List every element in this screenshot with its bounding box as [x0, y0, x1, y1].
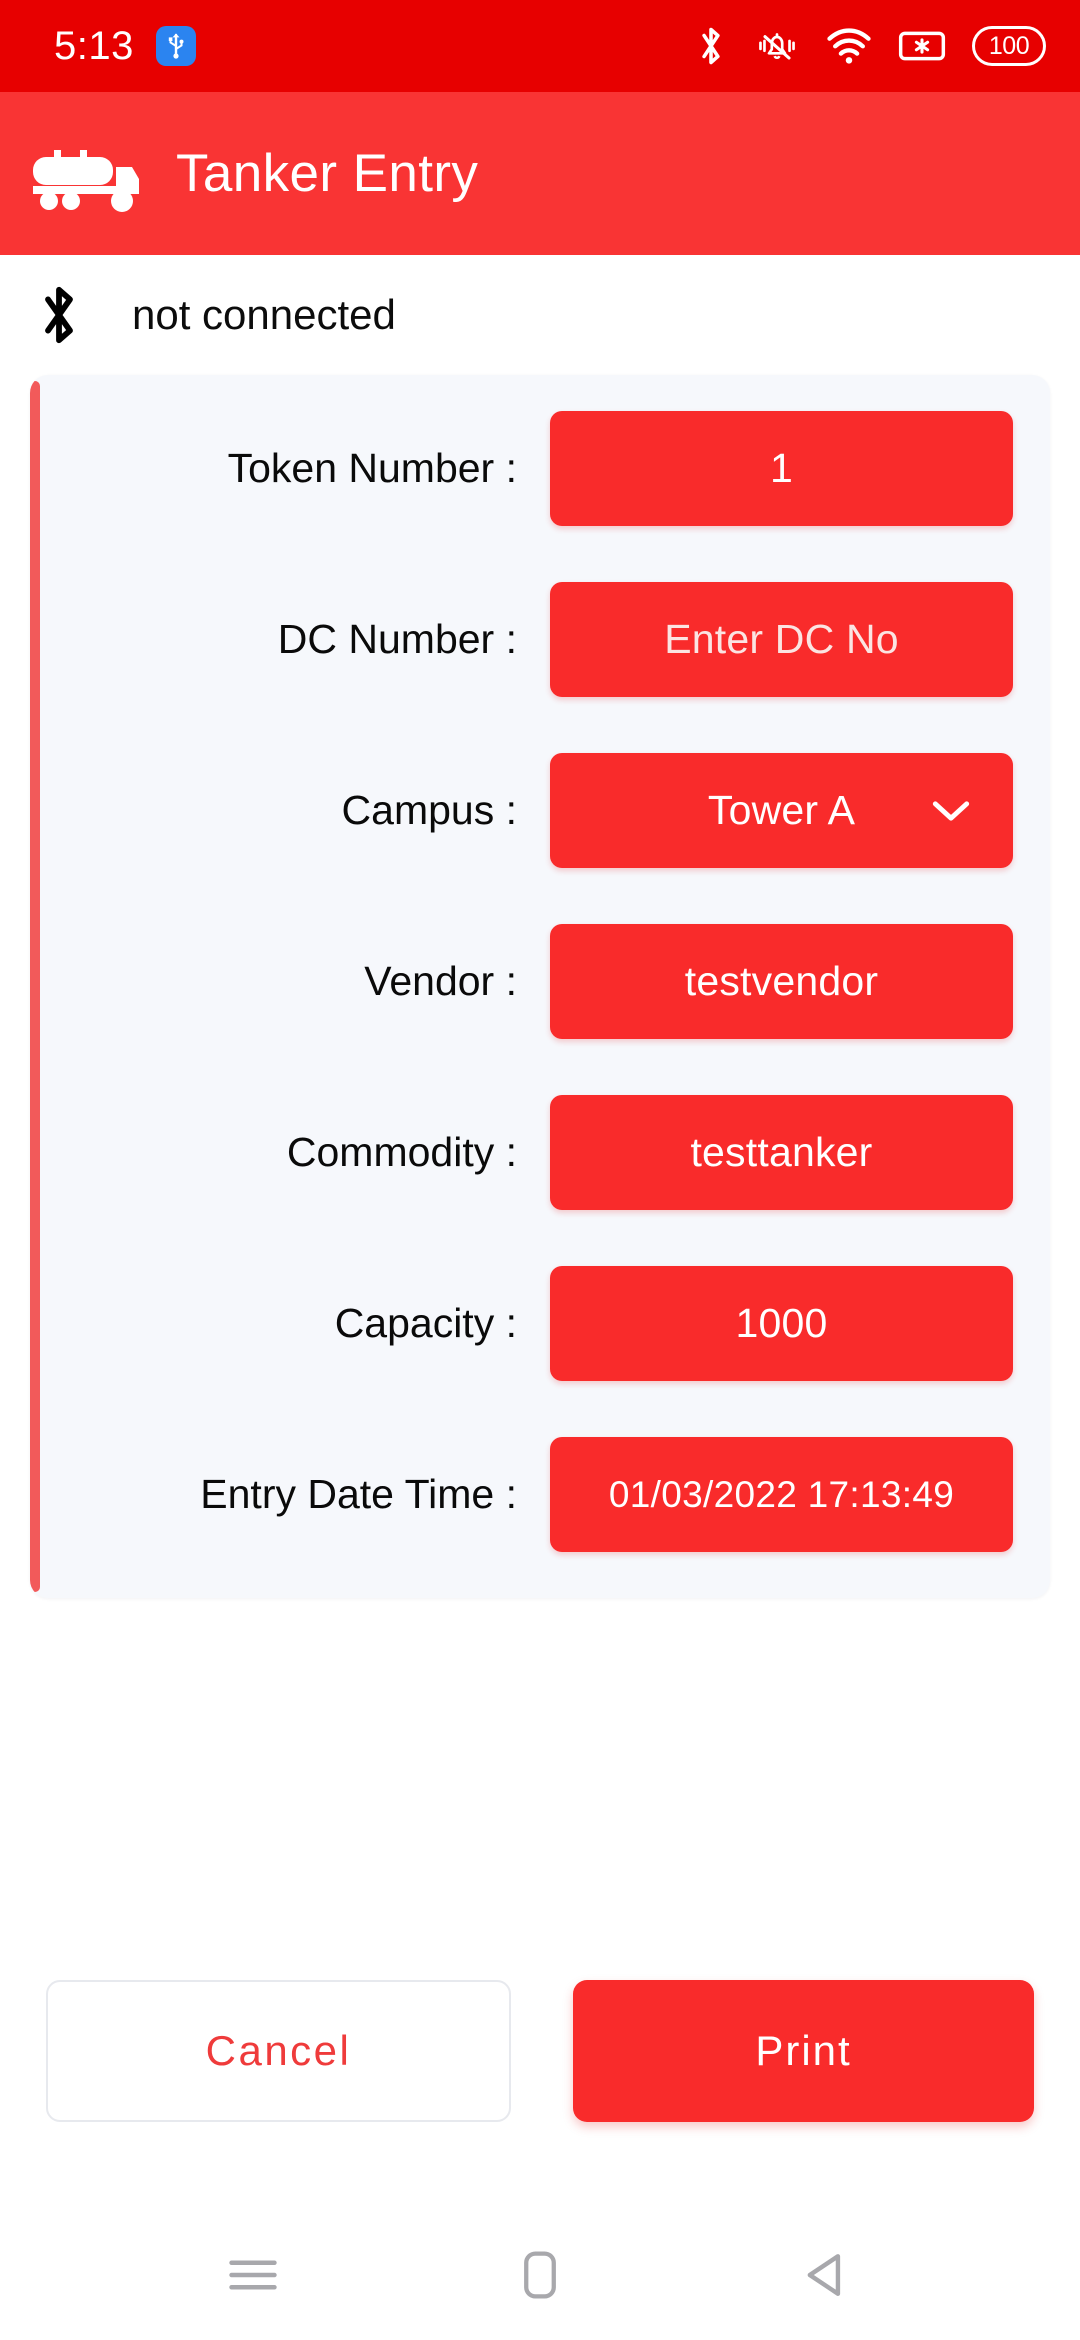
value-capacity: 1000 [735, 1300, 828, 1346]
value-commodity: testtanker [690, 1129, 873, 1175]
field-row-token-number: Token Number : 1 [30, 411, 1050, 526]
input-capacity[interactable]: 1000 [550, 1266, 1013, 1381]
card-accent-stripe [30, 381, 40, 1592]
bluetooth-status-text: not connected [132, 291, 396, 338]
usb-icon [155, 26, 196, 66]
phone-screen: 5:13 100 Tanker Entry not connected Toke… [0, 0, 1080, 2340]
label-dc-number: DC Number : [277, 616, 517, 662]
label-campus: Campus : [341, 787, 517, 833]
status-bar: 5:13 100 [0, 0, 1080, 92]
cancel-button[interactable]: Cancel [46, 1980, 511, 2122]
placeholder-dc-number: Enter DC No [664, 616, 899, 662]
status-bar-right: 100 [694, 24, 1046, 68]
label-capacity: Capacity : [334, 1300, 517, 1346]
sim-card-icon [898, 28, 946, 64]
input-token-number[interactable]: 1 [550, 411, 1013, 526]
system-navigation-bar [0, 2210, 1080, 2340]
tanker-entry-form-card: Token Number : 1 DC Number : Enter DC No… [30, 375, 1050, 1598]
menu-icon[interactable] [193, 2230, 313, 2320]
field-row-vendor: Vendor : testvendor [30, 924, 1050, 1039]
wifi-icon [826, 27, 872, 65]
tanker-truck-icon [28, 135, 140, 213]
battery-level-text: 100 [988, 31, 1030, 60]
status-bar-clock: 5:13 [54, 24, 134, 68]
page-title: Tanker Entry [176, 144, 479, 203]
dropdown-campus[interactable]: Tower A [550, 753, 1013, 868]
print-button[interactable]: Print [573, 1980, 1034, 2122]
bell-muted-icon [754, 26, 800, 66]
label-vendor: Vendor : [364, 958, 517, 1004]
field-row-campus: Campus : Tower A [30, 753, 1050, 868]
field-row-capacity: Capacity : 1000 [30, 1266, 1050, 1381]
field-row-commodity: Commodity : testtanker [30, 1095, 1050, 1210]
input-entry-date-time[interactable]: 01/03/2022 17:13:49 [550, 1437, 1013, 1552]
action-button-bar: Cancel Print [0, 1980, 1080, 2122]
value-campus: Tower A [707, 787, 856, 833]
home-square-icon[interactable] [480, 2230, 600, 2320]
bluetooth-status-row[interactable]: not connected [0, 255, 1080, 375]
value-token-number: 1 [769, 445, 793, 491]
input-commodity[interactable]: testtanker [550, 1095, 1013, 1210]
label-commodity: Commodity : [286, 1129, 517, 1175]
bluetooth-icon [694, 24, 728, 68]
battery-indicator: 100 [972, 26, 1046, 66]
value-entry-date-time: 01/03/2022 17:13:49 [608, 1474, 955, 1515]
app-bar: Tanker Entry [0, 92, 1080, 255]
field-row-dc-number: DC Number : Enter DC No [30, 582, 1050, 697]
field-row-entry-date-time: Entry Date Time : 01/03/2022 17:13:49 [30, 1437, 1050, 1552]
chevron-down-icon[interactable] [931, 798, 971, 824]
input-dc-number[interactable]: Enter DC No [550, 582, 1013, 697]
label-entry-date-time: Entry Date Time : [200, 1471, 517, 1517]
bluetooth-icon [30, 283, 88, 347]
input-vendor[interactable]: testvendor [550, 924, 1013, 1039]
value-vendor: testvendor [684, 958, 879, 1004]
back-triangle-icon[interactable] [767, 2230, 887, 2320]
label-token-number: Token Number : [227, 445, 517, 491]
form-card-container: Token Number : 1 DC Number : Enter DC No… [0, 375, 1080, 1598]
status-bar-left: 5:13 [54, 26, 196, 66]
